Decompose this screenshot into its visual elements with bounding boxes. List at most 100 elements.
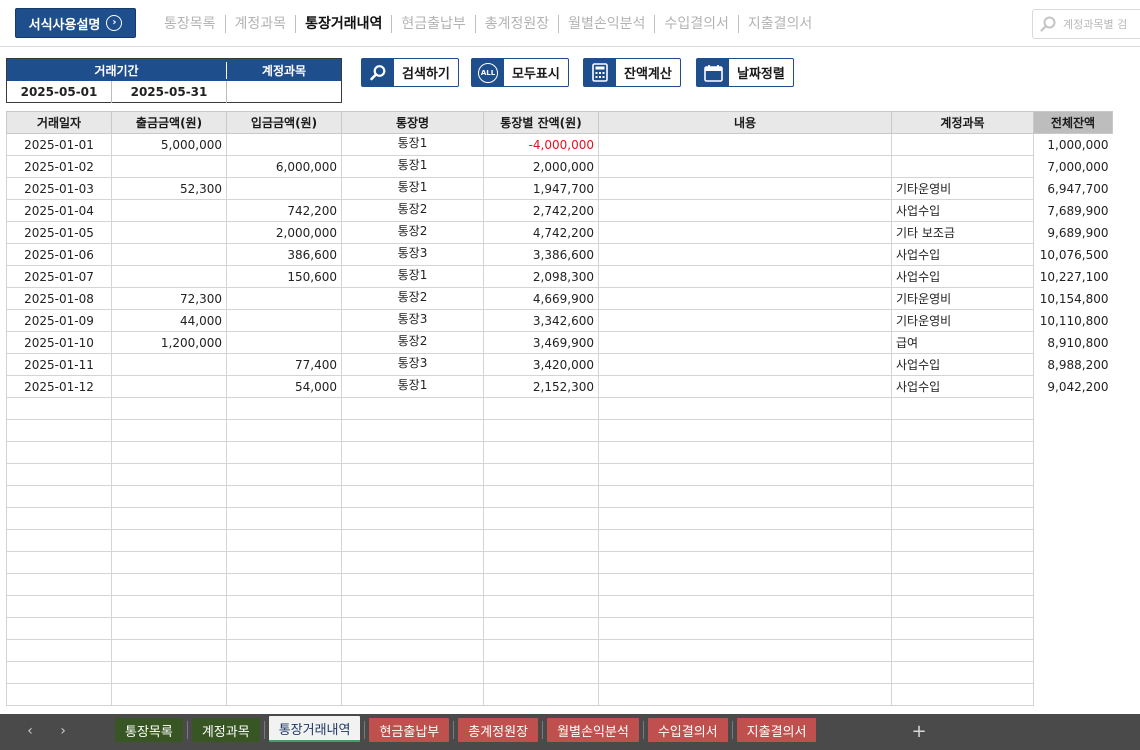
empty-cell[interactable] — [891, 507, 1034, 530]
cell-category[interactable]: 사업수입 — [891, 265, 1034, 288]
cell-date[interactable]: 2025-01-01 — [6, 133, 112, 156]
guide-button[interactable]: 서식사용설명 › — [15, 8, 136, 38]
empty-cell[interactable] — [111, 485, 227, 508]
empty-cell[interactable] — [598, 573, 892, 596]
cell-category[interactable] — [891, 133, 1034, 156]
cell-category[interactable]: 사업수입 — [891, 375, 1034, 398]
column-header[interactable]: 통장별 잔액(원) — [483, 111, 599, 134]
empty-cell[interactable] — [6, 617, 112, 640]
empty-cell[interactable] — [483, 573, 599, 596]
cell-total[interactable]: 8,910,800 — [1033, 331, 1113, 354]
cell-in[interactable]: 2,000,000 — [226, 221, 342, 244]
empty-cell[interactable] — [226, 419, 342, 442]
cell-total[interactable]: 1,000,000 — [1033, 133, 1113, 156]
cell-memo[interactable] — [598, 133, 892, 156]
empty-cell[interactable] — [6, 397, 112, 420]
cell-category[interactable] — [891, 155, 1034, 178]
empty-cell[interactable] — [483, 485, 599, 508]
column-header[interactable]: 전체잔액 — [1033, 111, 1113, 134]
empty-cell[interactable] — [1033, 661, 1113, 684]
empty-cell[interactable] — [341, 595, 484, 618]
empty-cell[interactable] — [598, 683, 892, 706]
empty-cell[interactable] — [226, 397, 342, 420]
cell-memo[interactable] — [598, 375, 892, 398]
empty-cell[interactable] — [226, 529, 342, 552]
date-sort-button[interactable]: 날짜정렬 — [696, 58, 794, 87]
cell-account[interactable]: 통장3 — [341, 353, 484, 376]
empty-cell[interactable] — [6, 551, 112, 574]
cell-account[interactable]: 통장2 — [341, 287, 484, 310]
empty-cell[interactable] — [1033, 551, 1113, 574]
empty-cell[interactable] — [6, 485, 112, 508]
empty-cell[interactable] — [6, 639, 112, 662]
nav-link-3[interactable]: 현금출납부 — [391, 15, 474, 33]
empty-cell[interactable] — [111, 441, 227, 464]
cell-balance[interactable]: 2,152,300 — [483, 375, 599, 398]
cell-out[interactable] — [111, 199, 227, 222]
cell-memo[interactable] — [598, 199, 892, 222]
cell-memo[interactable] — [598, 287, 892, 310]
cell-in[interactable]: 742,200 — [226, 199, 342, 222]
cell-date[interactable]: 2025-01-09 — [6, 309, 112, 332]
cell-memo[interactable] — [598, 177, 892, 200]
cell-total[interactable]: 10,110,800 — [1033, 309, 1113, 332]
empty-cell[interactable] — [6, 595, 112, 618]
empty-cell[interactable] — [226, 507, 342, 530]
cell-out[interactable]: 5,000,000 — [111, 133, 227, 156]
cell-in[interactable] — [226, 309, 342, 332]
empty-cell[interactable] — [111, 683, 227, 706]
sheet-tab-2[interactable]: 통장거래내역 — [268, 716, 361, 742]
cell-date[interactable]: 2025-01-05 — [6, 221, 112, 244]
empty-cell[interactable] — [111, 573, 227, 596]
column-header[interactable]: 출금금액(원) — [111, 111, 227, 134]
empty-cell[interactable] — [598, 551, 892, 574]
empty-cell[interactable] — [1033, 639, 1113, 662]
empty-cell[interactable] — [111, 529, 227, 552]
cell-date[interactable]: 2025-01-11 — [6, 353, 112, 376]
empty-cell[interactable] — [891, 683, 1034, 706]
cell-in[interactable] — [226, 133, 342, 156]
cell-date[interactable]: 2025-01-02 — [6, 155, 112, 178]
cell-category[interactable]: 사업수입 — [891, 199, 1034, 222]
empty-cell[interactable] — [483, 639, 599, 662]
empty-cell[interactable] — [226, 551, 342, 574]
next-sheet-arrow-icon[interactable]: › — [53, 721, 73, 741]
cell-balance[interactable]: 3,469,900 — [483, 331, 599, 354]
empty-cell[interactable] — [111, 463, 227, 486]
nav-link-0[interactable]: 통장목록 — [155, 15, 225, 33]
empty-cell[interactable] — [6, 507, 112, 530]
empty-cell[interactable] — [226, 573, 342, 596]
empty-cell[interactable] — [341, 617, 484, 640]
end-date-cell[interactable]: 2025-05-31 — [112, 81, 227, 103]
empty-cell[interactable] — [341, 683, 484, 706]
cell-total[interactable]: 7,000,000 — [1033, 155, 1113, 178]
cell-category[interactable]: 사업수입 — [891, 243, 1034, 266]
empty-cell[interactable] — [891, 419, 1034, 442]
cell-category[interactable]: 기타운영비 — [891, 287, 1034, 310]
add-sheet-icon[interactable]: + — [908, 720, 930, 742]
cell-balance[interactable]: 2,000,000 — [483, 155, 599, 178]
cell-account[interactable]: 통장1 — [341, 155, 484, 178]
empty-cell[interactable] — [891, 529, 1034, 552]
nav-link-6[interactable]: 수입결의서 — [654, 15, 737, 33]
empty-cell[interactable] — [341, 485, 484, 508]
empty-cell[interactable] — [483, 463, 599, 486]
cell-date[interactable]: 2025-01-06 — [6, 243, 112, 266]
cell-category[interactable]: 사업수입 — [891, 353, 1034, 376]
empty-cell[interactable] — [111, 617, 227, 640]
cell-account[interactable]: 통장1 — [341, 375, 484, 398]
cell-in[interactable]: 6,000,000 — [226, 155, 342, 178]
empty-cell[interactable] — [598, 529, 892, 552]
empty-cell[interactable] — [483, 617, 599, 640]
empty-cell[interactable] — [1033, 573, 1113, 596]
cell-account[interactable]: 통장1 — [341, 133, 484, 156]
empty-cell[interactable] — [341, 397, 484, 420]
cell-out[interactable] — [111, 155, 227, 178]
cell-account[interactable]: 통장2 — [341, 331, 484, 354]
empty-cell[interactable] — [341, 507, 484, 530]
cell-out[interactable]: 52,300 — [111, 177, 227, 200]
empty-cell[interactable] — [598, 463, 892, 486]
cell-balance[interactable]: 4,742,200 — [483, 221, 599, 244]
empty-cell[interactable] — [598, 441, 892, 464]
cell-account[interactable]: 통장2 — [341, 199, 484, 222]
